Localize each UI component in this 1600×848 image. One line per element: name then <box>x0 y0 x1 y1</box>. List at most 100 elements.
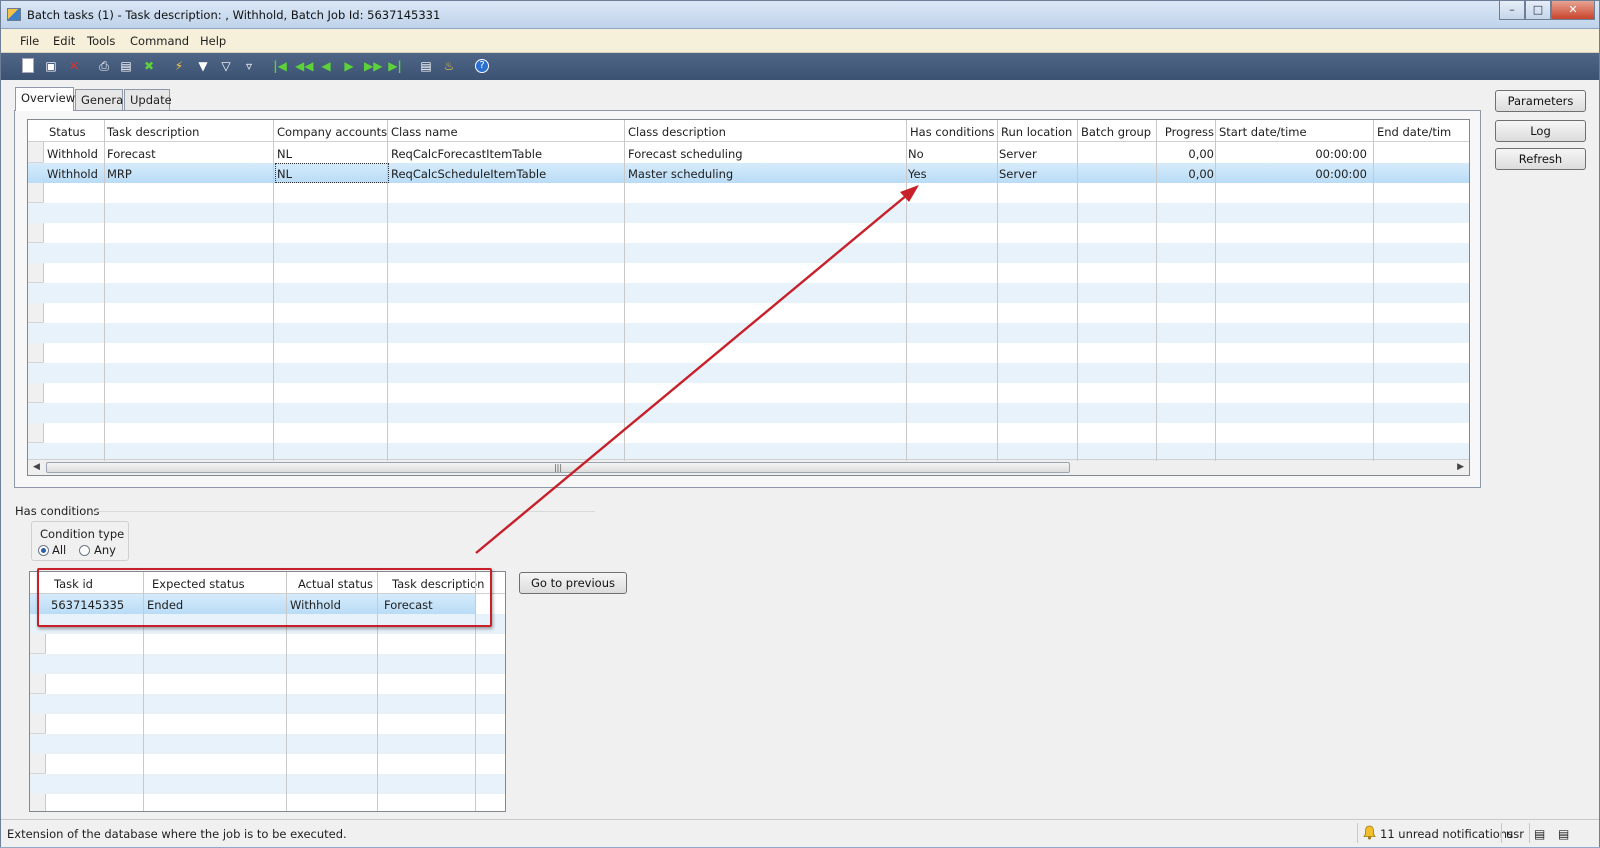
company-icon[interactable]: ▤ <box>1558 827 1569 841</box>
table-row[interactable] <box>30 714 505 734</box>
table-row[interactable] <box>28 183 1469 203</box>
table-cell[interactable]: MRP <box>107 167 272 181</box>
help-icon[interactable]: ? <box>475 59 489 73</box>
table-row[interactable] <box>28 263 1469 283</box>
log-button[interactable]: Log <box>1495 120 1586 142</box>
table-row[interactable] <box>28 203 1469 223</box>
delete-icon[interactable]: ✕ <box>66 58 82 74</box>
table-cell[interactable]: 0,00 <box>1164 167 1214 181</box>
table-row[interactable] <box>28 323 1469 343</box>
table-cell[interactable]: Server <box>999 147 1077 161</box>
column-divider[interactable] <box>273 120 274 461</box>
database-icon[interactable]: ▤ <box>1534 827 1545 841</box>
scroll-left-icon[interactable]: ◀ <box>33 462 40 472</box>
filter-by-selection-icon[interactable]: ⚡ <box>171 58 187 74</box>
radio-all-label[interactable]: All <box>52 543 66 557</box>
refresh-button[interactable]: Refresh <box>1495 148 1586 170</box>
col-progress[interactable]: Progress <box>1164 125 1214 139</box>
filter-by-grid-icon[interactable]: ▼ <box>195 58 211 74</box>
filter-icon[interactable]: ▿ <box>241 58 257 74</box>
previous-page-icon[interactable]: ◀◀ <box>295 58 313 74</box>
table-cell[interactable]: No <box>908 147 996 161</box>
horizontal-scrollbar[interactable]: ◀ ||| ▶ <box>28 459 1469 475</box>
table-row[interactable]: Withhold MRP NL ReqCalcScheduleItemTable Mas… <box>28 163 1469 183</box>
col-start-date-time[interactable]: Start date/time <box>1219 125 1369 139</box>
menu-file[interactable]: File <box>20 34 39 48</box>
table-cell[interactable]: Withhold <box>47 147 105 161</box>
table-row[interactable] <box>30 674 505 694</box>
tab-update[interactable]: Update <box>124 89 172 110</box>
table-row[interactable] <box>30 734 505 754</box>
table-cell[interactable]: Forecast scheduling <box>628 147 903 161</box>
table-row[interactable] <box>28 383 1469 403</box>
table-cell[interactable]: Master scheduling <box>628 167 903 181</box>
col-class-description[interactable]: Class description <box>628 125 903 139</box>
table-row[interactable] <box>28 423 1469 443</box>
previous-record-icon[interactable]: ◀ <box>318 58 334 74</box>
table-row[interactable] <box>28 243 1469 263</box>
col-end-date-time[interactable]: End date/tim <box>1377 125 1467 139</box>
tab-general[interactable]: General <box>75 89 126 110</box>
table-cell[interactable]: Forecast <box>107 147 272 161</box>
radio-any[interactable] <box>79 545 90 556</box>
minimize-button[interactable]: – <box>1499 1 1525 20</box>
document-handling-icon[interactable]: ▤ <box>418 58 434 74</box>
table-row[interactable] <box>28 343 1469 363</box>
column-divider[interactable] <box>1215 120 1216 461</box>
radio-any-label[interactable]: Any <box>94 543 116 557</box>
column-divider[interactable] <box>997 120 998 461</box>
table-row[interactable] <box>30 694 505 714</box>
table-row[interactable] <box>30 634 505 654</box>
col-has-conditions[interactable]: Has conditions <box>910 125 998 139</box>
table-row[interactable] <box>28 283 1469 303</box>
excel-icon[interactable]: ✖ <box>141 58 157 74</box>
table-row[interactable] <box>30 654 505 674</box>
column-divider[interactable] <box>906 120 907 461</box>
first-record-icon[interactable]: |◀ <box>272 58 288 74</box>
print-preview-icon[interactable]: ▤ <box>118 58 134 74</box>
radio-all[interactable] <box>38 545 49 556</box>
table-cell[interactable]: Yes <box>908 167 996 181</box>
table-row[interactable] <box>28 363 1469 383</box>
column-divider[interactable] <box>1373 120 1374 461</box>
table-row[interactable] <box>28 223 1469 243</box>
scroll-thumb[interactable]: ||| <box>46 462 1070 473</box>
table-row[interactable] <box>30 774 505 794</box>
tab-overview[interactable]: Overview <box>15 87 75 111</box>
alert-icon[interactable]: ♨ <box>441 58 457 74</box>
new-icon[interactable] <box>22 58 34 73</box>
column-divider[interactable] <box>1077 120 1078 461</box>
table-cell[interactable]: 00:00:00 <box>1219 167 1367 181</box>
table-cell[interactable]: Withhold <box>47 167 105 181</box>
col-status[interactable]: Status <box>49 125 104 139</box>
save-icon[interactable]: ▣ <box>43 58 59 74</box>
column-divider[interactable] <box>1156 120 1157 461</box>
table-cell[interactable]: ReqCalcForecastItemTable <box>391 147 623 161</box>
advanced-filter-icon[interactable]: ▽ <box>218 58 234 74</box>
last-record-icon[interactable]: ▶| <box>387 58 403 74</box>
table-row[interactable]: Withhold Forecast NL ReqCalcForecastItemTab… <box>28 143 1469 163</box>
parameters-button[interactable]: Parameters <box>1495 90 1586 112</box>
table-row[interactable] <box>30 754 505 774</box>
column-divider[interactable] <box>624 120 625 461</box>
close-button[interactable]: ✕ <box>1551 1 1595 20</box>
column-divider[interactable] <box>387 120 388 461</box>
notifications-count[interactable]: 11 unread notifications <box>1380 827 1513 841</box>
menu-tools[interactable]: Tools <box>87 34 115 48</box>
next-page-icon[interactable]: ▶▶ <box>364 58 382 74</box>
table-cell[interactable]: ReqCalcScheduleItemTable <box>391 167 623 181</box>
table-cell[interactable]: NL <box>277 147 387 161</box>
col-company-accounts[interactable]: Company accounts <box>277 125 387 139</box>
column-divider[interactable] <box>104 120 105 461</box>
table-cell[interactable]: Server <box>999 167 1077 181</box>
menu-command[interactable]: Command <box>130 34 189 48</box>
menu-help[interactable]: Help <box>200 34 226 48</box>
scroll-right-icon[interactable]: ▶ <box>1457 462 1464 472</box>
bell-icon[interactable] <box>1363 825 1376 840</box>
table-cell[interactable]: 0,00 <box>1164 147 1214 161</box>
table-row[interactable] <box>30 794 505 811</box>
maximize-button[interactable]: □ <box>1525 1 1551 20</box>
table-row[interactable] <box>28 403 1469 423</box>
col-batch-group[interactable]: Batch group <box>1081 125 1158 139</box>
go-to-previous-button[interactable]: Go to previous <box>519 572 627 594</box>
